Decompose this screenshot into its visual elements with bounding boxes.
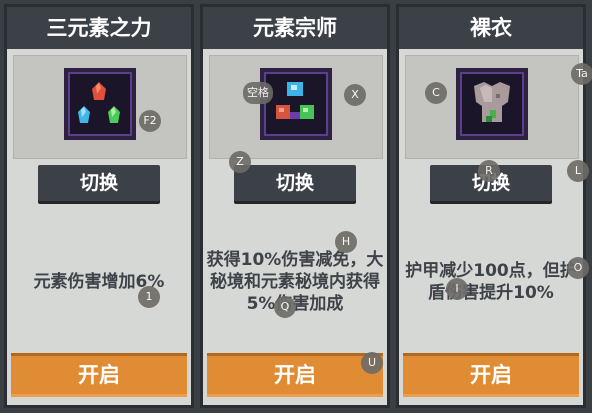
hotkey-hint-1[interactable]: 1 [138,286,160,308]
icon-panel [405,55,579,159]
switch-button[interactable]: 切换 [234,165,356,201]
four-element-gems-icon [260,68,332,140]
talent-description: 护甲减少100点，但护盾伤害提升10% [405,261,577,303]
hotkey-hint-z[interactable]: Z [229,151,251,173]
talent-card-three-elements: 三元素之力 切换 元素伤害增加6% 开启 [4,4,194,408]
open-button[interactable]: 开启 [11,353,187,397]
talent-card-element-master: 元素宗师 切换 获得10%伤害减免，大秘境和元素秘境内获得5%伤害加成 开启 [200,4,390,408]
card-title: 裸衣 [399,7,583,49]
open-button[interactable]: 开启 [403,353,579,397]
hotkey-hint-r[interactable]: R [478,160,500,182]
broken-armor-icon [456,68,528,140]
open-button[interactable]: 开启 [207,353,383,397]
hotkey-hint-c[interactable]: C [425,82,447,104]
switch-button[interactable]: 切换 [38,165,160,201]
hotkey-hint-u[interactable]: U [361,352,383,374]
hotkey-hint-x[interactable]: X [344,84,366,106]
card-title: 元素宗师 [203,7,387,49]
three-element-gems-icon [64,68,136,140]
icon-panel [13,55,187,159]
hotkey-hint-i[interactable]: I [446,278,468,300]
hotkey-hint-f2[interactable]: F2 [139,110,161,132]
hotkey-hint-o[interactable]: O [567,257,589,279]
hotkey-hint-space[interactable]: 空格 [243,82,273,104]
hotkey-hint-tab[interactable]: Ta [571,63,592,85]
talent-card-bare-armor: 裸衣 切换 护甲减少100点，但护盾伤害提升10% 开启 [396,4,586,408]
icon-panel [209,55,383,159]
hotkey-hint-q[interactable]: Q [274,296,296,318]
hotkey-hint-h[interactable]: H [335,231,357,253]
card-title: 三元素之力 [7,7,191,49]
talent-description: 元素伤害增加6% [33,272,165,292]
talent-description: 获得10%伤害减免，大秘境和元素秘境内获得5%伤害加成 [206,250,384,314]
hotkey-hint-l[interactable]: L [567,160,589,182]
